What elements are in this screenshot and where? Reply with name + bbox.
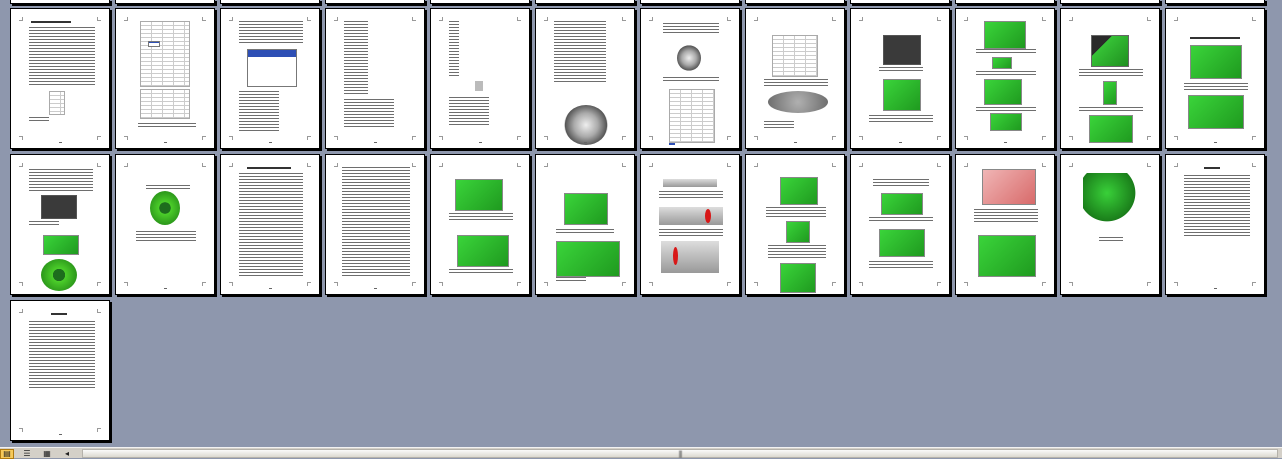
page-thumbnail[interactable]: [1060, 154, 1160, 295]
page-thumbnail[interactable]: [220, 0, 320, 4]
page-thumbnail[interactable]: [1060, 8, 1160, 149]
page-thumbnail[interactable]: [115, 154, 215, 295]
status-bar: ▤ ☰ ▦ ◂ |||: [0, 447, 1282, 459]
page-thumbnail[interactable]: [220, 8, 320, 149]
page-thumbnail[interactable]: [430, 154, 530, 295]
page-thumbnail[interactable]: [955, 0, 1055, 4]
page-thumbnail[interactable]: [325, 8, 425, 149]
page-thumbnail[interactable]: [10, 154, 110, 295]
page-thumbnail[interactable]: [220, 154, 320, 295]
page-thumbnail[interactable]: [1165, 0, 1265, 4]
page-thumbnail[interactable]: [535, 0, 635, 4]
page-thumbnail[interactable]: [1060, 0, 1160, 4]
page-thumbnail[interactable]: [850, 8, 950, 149]
page-thumbnail[interactable]: [10, 8, 110, 149]
page-thumbnail[interactable]: [955, 154, 1055, 295]
page-thumbnail[interactable]: [325, 154, 425, 295]
page-thumbnail[interactable]: [850, 0, 950, 4]
page-thumbnail[interactable]: [430, 8, 530, 149]
page-thumbnail[interactable]: [955, 8, 1055, 149]
reading-view-icon: ▦: [43, 449, 51, 458]
page-thumbnail[interactable]: [745, 8, 845, 149]
outline-view-icon: ☰: [23, 449, 31, 458]
page-thumbnail[interactable]: [745, 154, 845, 295]
page-thumbnail[interactable]: [640, 154, 740, 295]
document-workspace[interactable]: [0, 0, 1282, 447]
page-thumbnail[interactable]: [850, 154, 950, 295]
page-thumbnail[interactable]: [640, 0, 740, 4]
page-thumbnail[interactable]: [115, 8, 215, 149]
page-thumbnail[interactable]: [430, 0, 530, 4]
horizontal-scrollbar[interactable]: |||: [82, 449, 1278, 458]
page-thumbnail[interactable]: [10, 300, 110, 441]
print-layout-view-icon: ▤: [3, 449, 11, 458]
page-thumbnail[interactable]: [115, 0, 215, 4]
scrollbar-thumb[interactable]: |||: [83, 450, 1277, 458]
page-thumbnail[interactable]: [1165, 8, 1265, 149]
page-thumbnail[interactable]: [325, 0, 425, 4]
page-thumbnail[interactable]: [535, 8, 635, 149]
page-thumbnail[interactable]: [640, 8, 740, 149]
page-thumbnail[interactable]: [1165, 154, 1265, 295]
page-thumbnail[interactable]: [535, 154, 635, 295]
chevron-left-icon: ◂: [64, 449, 69, 458]
page-thumbnail[interactable]: [745, 0, 845, 4]
grip-icon: |||: [677, 450, 683, 458]
page-thumbnail[interactable]: [10, 0, 110, 4]
